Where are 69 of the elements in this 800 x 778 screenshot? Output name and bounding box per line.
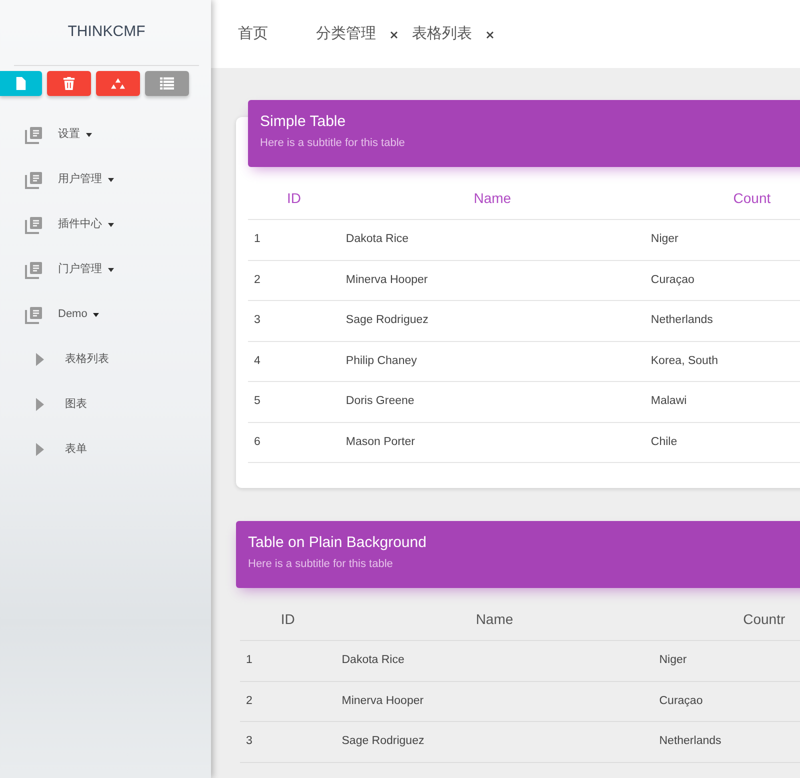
table-cell: 4 <box>248 341 340 382</box>
table-cell: Chile <box>644 422 800 462</box>
triangle-icon <box>36 443 44 456</box>
table-cell: 1 <box>240 640 336 681</box>
table-cell: Mason Porter <box>340 422 645 462</box>
caret-icon <box>108 178 114 182</box>
table-cell: Doris Greene <box>340 382 645 422</box>
table-cell: Sage Rodriguez <box>336 722 654 762</box>
caret-icon <box>86 132 92 136</box>
table-cell: Netherlands <box>644 300 800 341</box>
list-icon <box>160 77 174 90</box>
trash-icon <box>62 77 76 90</box>
table-cell: 2 <box>248 260 340 300</box>
document-icon <box>14 77 28 90</box>
tab[interactable]: 分类管理 <box>316 22 398 46</box>
menu-item[interactable]: 门户管理 <box>0 247 211 292</box>
column-header: Name <box>340 178 645 220</box>
submenu-item[interactable]: 表格列表 <box>0 337 211 382</box>
column-header: Count <box>644 178 800 220</box>
column-header: ID <box>248 178 340 220</box>
new-button[interactable] <box>0 71 42 96</box>
table-cell: Dakota Rice <box>336 640 654 681</box>
stack-icon <box>25 126 43 144</box>
column-header: Name <box>336 600 654 640</box>
delete-button[interactable] <box>47 71 91 96</box>
table-cell: 5 <box>248 382 340 422</box>
table-cell: 3 <box>248 300 340 341</box>
tab[interactable]: 首页 <box>238 22 268 46</box>
card-subtitle: Here is a subtitle for this table <box>260 136 406 151</box>
table-cell: Minerva Hooper <box>336 681 654 722</box>
table-cell: 1 <box>248 220 340 260</box>
table-cell: Curaçao <box>644 260 800 300</box>
column-header: Countr <box>653 600 800 640</box>
brand-title: THINKCMF <box>68 22 146 42</box>
tab[interactable]: 表格列表 <box>412 22 494 46</box>
table-cell: Curaçao <box>653 681 800 722</box>
table-cell: Sage Rodriguez <box>340 300 645 341</box>
column-header: ID <box>240 600 336 640</box>
submenu-item[interactable]: 图表 <box>0 382 211 427</box>
caret-icon <box>108 268 114 272</box>
table-cell: 6 <box>248 422 340 462</box>
menu-item[interactable]: 设置 <box>0 112 211 157</box>
recycle-button[interactable] <box>96 71 140 96</box>
triangle-icon <box>36 398 44 411</box>
table-cell: 3 <box>240 722 336 762</box>
stack-icon <box>25 260 43 278</box>
submenu-item[interactable]: 表单 <box>0 427 211 472</box>
table-cell: Malawi <box>644 382 800 422</box>
menu-item[interactable]: Demo <box>0 292 211 337</box>
card-subtitle: Here is a subtitle for this table <box>248 557 394 572</box>
menu-item[interactable]: 用户管理 <box>0 157 211 202</box>
stack-icon <box>25 216 43 234</box>
card-title: Table on Plain Background <box>248 534 428 552</box>
stack-icon <box>25 306 43 324</box>
caret-icon <box>108 222 114 226</box>
table-cell: Philip Chaney <box>340 341 645 382</box>
caret-icon <box>93 312 100 316</box>
table-cell: Minerva Hooper <box>340 260 645 300</box>
table-cell: Dakota Rice <box>340 220 645 260</box>
table-cell: Niger <box>653 640 800 681</box>
card-title: Simple Table <box>260 113 347 131</box>
table-cell: Korea, South <box>644 341 800 382</box>
menu-item[interactable]: 插件中心 <box>0 202 211 247</box>
triangle-icon <box>36 353 44 366</box>
list-button[interactable] <box>145 71 189 96</box>
table-cell: Niger <box>644 220 800 260</box>
stack-icon <box>25 170 43 188</box>
table-cell: Netherlands <box>653 722 800 762</box>
table-cell: 2 <box>240 681 336 722</box>
